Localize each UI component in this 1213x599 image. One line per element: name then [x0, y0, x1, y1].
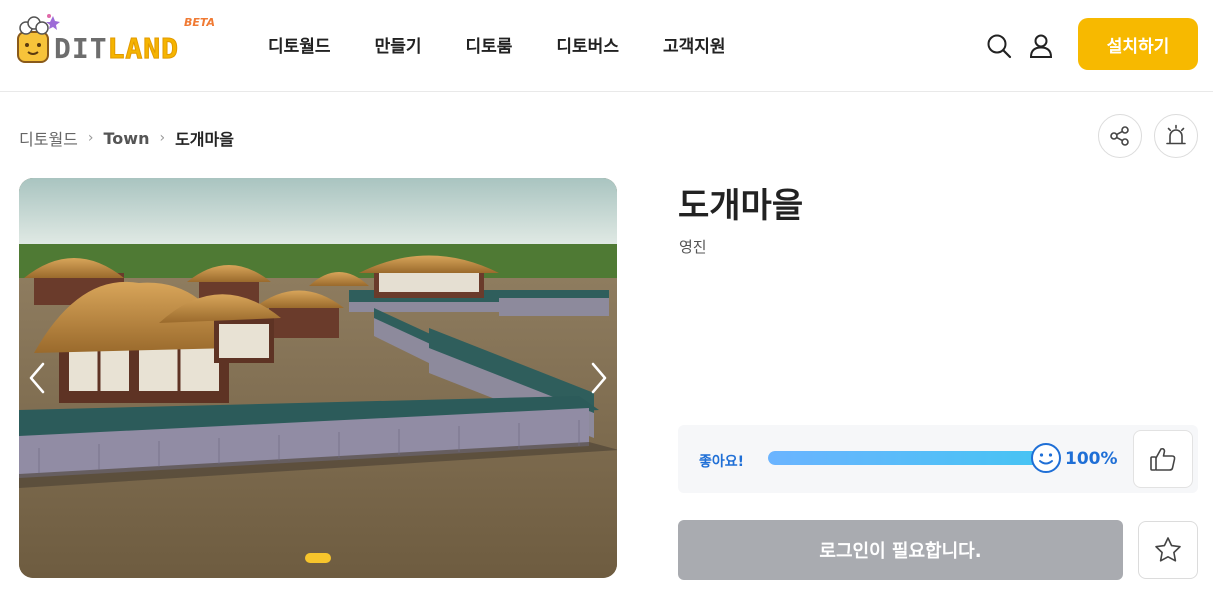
ditoland-logo[interactable]: DITLAND BETA: [16, 10, 221, 70]
logo-wordmark: DITLAND: [54, 32, 180, 66]
share-icon: [1110, 126, 1129, 146]
star-icon: [1155, 537, 1181, 562]
like-rating-panel: 좋아요! 100%: [678, 425, 1198, 493]
user-icon[interactable]: [1028, 33, 1054, 59]
beta-badge: BETA: [184, 16, 216, 29]
like-percent: 100%: [1065, 449, 1118, 469]
like-progress-fill: [768, 451, 1046, 465]
site-header: DITLAND BETA 디토월드 만들기 디토룸 디토버스 고객지원 설치하기: [0, 0, 1213, 92]
breadcrumb-ditoworld[interactable]: 디토월드: [19, 126, 78, 150]
share-button[interactable]: [1098, 114, 1142, 158]
world-title: 도개마을: [678, 186, 804, 226]
world-author[interactable]: 영진: [679, 236, 707, 257]
like-progress-bar: [768, 451, 1046, 465]
breadcrumb-town[interactable]: Town: [104, 129, 150, 148]
like-button[interactable]: [1133, 430, 1193, 488]
nav-item-ditoroom[interactable]: 디토룸: [465, 32, 512, 57]
chevron-left-icon: [29, 362, 45, 394]
main-nav: 디토월드 만들기 디토룸 디토버스 고객지원: [268, 32, 770, 57]
carousel-prev-button[interactable]: [23, 358, 53, 398]
like-label: 좋아요!: [699, 454, 745, 470]
report-button[interactable]: [1154, 114, 1198, 158]
thumbs-up-icon: [1150, 447, 1176, 471]
favorite-button[interactable]: [1138, 521, 1198, 579]
chevron-right-icon: [591, 362, 607, 394]
siren-icon: [1166, 124, 1186, 145]
carousel-indicator-active[interactable]: [305, 553, 331, 563]
breadcrumb-chevron-icon: ›: [87, 130, 94, 146]
install-button[interactable]: 설치하기: [1078, 18, 1198, 70]
nav-item-create[interactable]: 만들기: [375, 32, 422, 57]
breadcrumb: 디토월드 › Town › 도개마을: [19, 126, 234, 150]
nav-item-support[interactable]: 고객지원: [663, 32, 726, 57]
world-image-carousel[interactable]: [19, 178, 617, 578]
carousel-next-button[interactable]: [583, 358, 613, 398]
breadcrumb-current: 도개마을: [175, 130, 234, 149]
smile-icon: [1031, 443, 1061, 473]
nav-item-ditoverse[interactable]: 디토버스: [556, 32, 619, 57]
breadcrumb-chevron-icon: ›: [159, 130, 166, 146]
login-required-button[interactable]: 로그인이 필요합니다.: [678, 520, 1123, 580]
search-icon[interactable]: [986, 33, 1012, 59]
world-screenshot: [19, 178, 617, 578]
nav-item-ditoworld[interactable]: 디토월드: [268, 32, 331, 57]
